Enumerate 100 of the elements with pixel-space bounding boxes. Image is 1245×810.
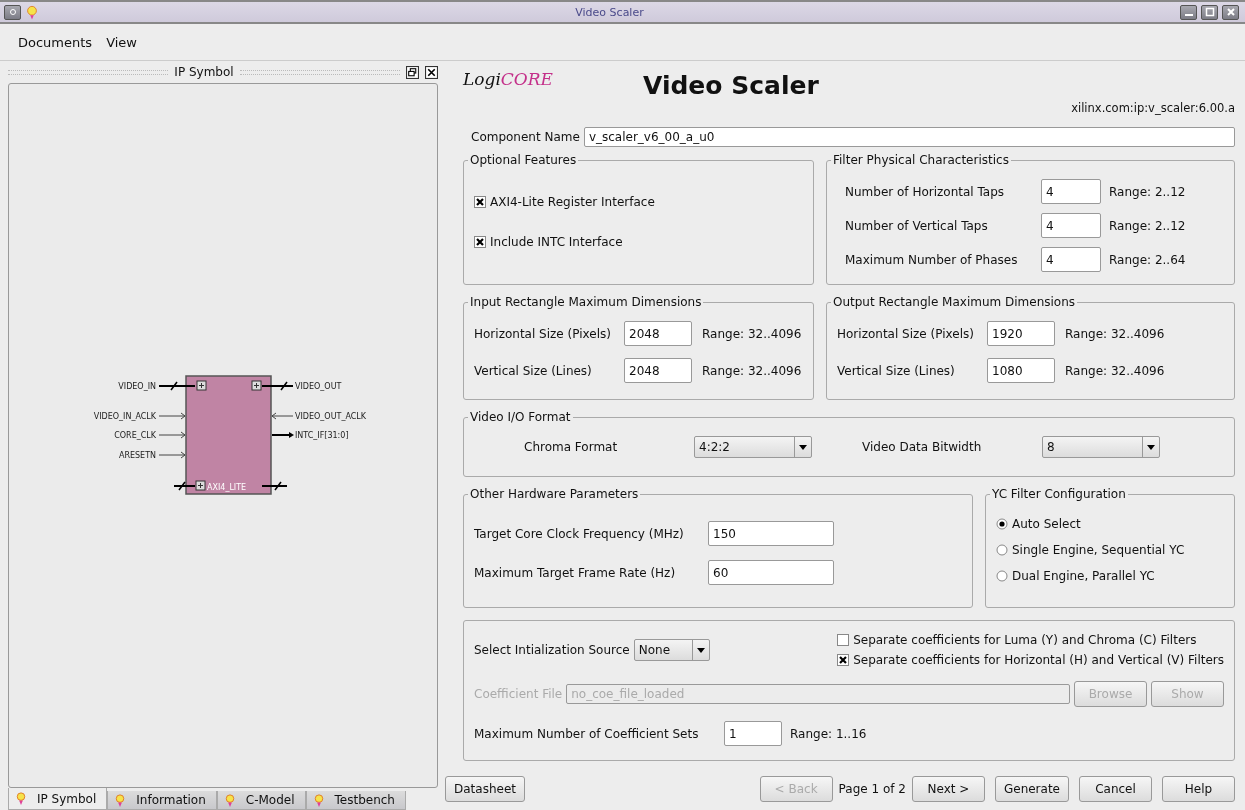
field-label: Number of Vertical Taps: [845, 218, 989, 233]
panel-tab[interactable]: C-Model: [216, 791, 306, 810]
lightbulb-icon: [25, 3, 39, 21]
panel-tab[interactable]: Testbench: [305, 791, 406, 810]
number-field[interactable]: 4: [1041, 247, 1101, 272]
number-field[interactable]: 2048: [624, 358, 692, 383]
minimize-button[interactable]: [1180, 4, 1197, 20]
menu-item[interactable]: View: [106, 34, 137, 50]
range-hint: Range: 32..4096: [1065, 363, 1166, 378]
field-label: Component Name: [471, 130, 580, 144]
maximize-button[interactable]: [1201, 4, 1218, 20]
group-title: Input Rectangle Maximum Dimensions: [469, 295, 703, 309]
number-field[interactable]: 4: [1041, 213, 1101, 238]
input-pin: [158, 451, 186, 459]
bus-pin: [261, 481, 288, 491]
close-button[interactable]: [1222, 4, 1239, 20]
core-identifier: xilinx.com:ip:v_scaler:6.00.a: [1071, 101, 1235, 115]
panel-tab[interactable]: Information: [107, 791, 217, 810]
wizard-button[interactable]: Help: [1162, 776, 1235, 802]
field-label: Maximum Target Frame Rate (Hz): [474, 565, 677, 580]
close-icon[interactable]: [425, 65, 438, 79]
checkbox[interactable]: AXI4-Lite Register Interface: [474, 195, 803, 209]
port-label: INTC_IF[31:0]: [295, 431, 349, 440]
field-label: Vertical Size (Lines): [837, 363, 956, 378]
maximize-icon: [1204, 7, 1215, 17]
restore-icon[interactable]: [406, 65, 419, 79]
port-label: VIDEO_IN_ACLK: [93, 412, 156, 421]
field-label: Coefficient File: [474, 687, 563, 701]
dropdown[interactable]: 4:2:2: [694, 436, 812, 458]
wizard-button[interactable]: Generate: [994, 776, 1069, 802]
wizard-button[interactable]: Cancel: [1079, 776, 1152, 802]
caret-icon: [799, 444, 807, 450]
component-name-field[interactable]: v_scaler_v6_00_a_u0: [583, 127, 1235, 147]
checkbox[interactable]: Include INTC Interface: [474, 235, 803, 249]
radio-button[interactable]: Single Engine, Sequential YC: [996, 543, 1224, 557]
input-pin: [271, 412, 294, 420]
menu-item[interactable]: Documents: [18, 34, 93, 50]
wizard-button[interactable]: Next >: [911, 776, 985, 802]
checkbox[interactable]: Separate coefficients for Luma (Y) and Chroma (C) Filters: [837, 633, 1224, 647]
dropdown[interactable]: None: [633, 639, 710, 661]
lightbulb-icon: [15, 791, 27, 806]
panel-tab[interactable]: IP Symbol: [8, 788, 108, 810]
number-field[interactable]: 150: [708, 521, 834, 546]
input-pin: [158, 412, 186, 420]
port-label: VIDEO_OUT: [295, 382, 342, 391]
radio-button[interactable]: Dual Engine, Parallel YC: [996, 569, 1224, 583]
group-title: Output Rectangle Maximum Dimensions: [832, 295, 1077, 309]
group-title: YC Filter Configuration: [991, 487, 1127, 501]
field-label: Vertical Size (Lines): [474, 363, 593, 378]
range-hint: Range: 32..4096: [1065, 326, 1166, 341]
range-hint: Range: 2..12: [1109, 218, 1187, 233]
bus-pin: [261, 381, 294, 391]
datasheet-button[interactable]: Datasheet: [445, 776, 525, 802]
caret-icon: [1147, 444, 1155, 450]
field-label: Maximum Number of Phases: [845, 252, 1019, 267]
input-pin: [158, 431, 186, 439]
range-hint: Range: 2..64: [1109, 252, 1187, 267]
range-hint: Range: 32..4096: [702, 363, 803, 378]
lightbulb-icon: [312, 792, 325, 808]
port-label: VIDEO_OUT_ACLK: [295, 412, 366, 421]
plus-icon: [196, 380, 207, 391]
number-field[interactable]: 1920: [987, 321, 1055, 346]
window-menu-button[interactable]: [4, 4, 21, 20]
field-label: Horizontal Size (Pixels): [474, 326, 612, 341]
group-title: Filter Physical Characteristics: [832, 153, 1010, 167]
lightbulb-icon: [114, 792, 127, 808]
range-hint: Range: 1..16: [790, 726, 867, 741]
number-field[interactable]: 60: [708, 560, 834, 585]
range-hint: Range: 32..4096: [702, 326, 803, 341]
page-title: Video Scaler: [643, 71, 819, 100]
radio-button[interactable]: Auto Select: [996, 517, 1224, 531]
field-label: Video Data Bitwidth: [862, 440, 983, 454]
lightbulb-icon: [223, 792, 236, 808]
port-label: CORE_CLK: [114, 431, 156, 440]
dropdown[interactable]: 8: [1042, 436, 1160, 458]
plus-icon: [195, 480, 206, 491]
field-label: Horizontal Size (Pixels): [837, 326, 975, 341]
window-title: Video Scaler: [574, 5, 645, 19]
bus-pin: [158, 381, 196, 391]
page-indicator: Page 1 of 2: [838, 782, 906, 796]
minimize-icon: [1184, 14, 1193, 16]
panel-title: IP Symbol: [174, 65, 234, 79]
checkbox[interactable]: Separate coefficients for Horizontal (H) and Vertical (V) Filters: [837, 653, 1224, 667]
group-title: Other Hardware Parameters: [469, 487, 640, 501]
field-label: Chroma Format: [524, 440, 619, 454]
field-label: Target Core Clock Frequency (MHz): [474, 526, 685, 541]
field-label: Maximum Number of Coefficient Sets: [474, 726, 700, 741]
field-label: Select Intialization Source: [474, 643, 630, 657]
number-field[interactable]: 4: [1041, 179, 1101, 204]
group-title: Video I/O Format: [469, 410, 572, 424]
number-field[interactable]: 1: [724, 721, 782, 746]
number-field[interactable]: 2048: [624, 321, 692, 346]
range-hint: Range: 2..12: [1109, 184, 1187, 199]
number-field[interactable]: 1080: [987, 358, 1055, 383]
group-title: Optional Features: [469, 153, 578, 167]
port-label: ARESETN: [118, 451, 156, 460]
output-pin: [271, 432, 294, 438]
caret-icon: [696, 647, 705, 653]
field-label: Number of Horizontal Taps: [845, 184, 1006, 199]
port-label: VIDEO_IN: [118, 382, 156, 391]
